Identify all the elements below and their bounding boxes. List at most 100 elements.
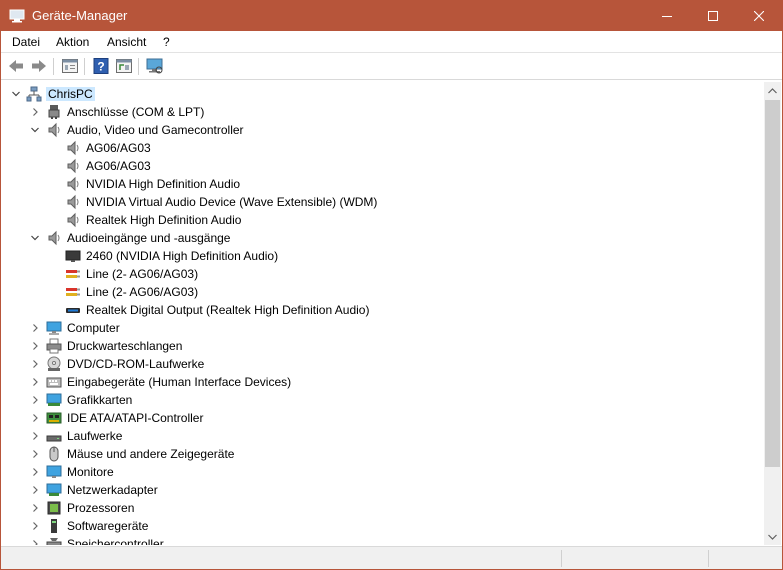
scan-hardware-button[interactable] bbox=[146, 57, 164, 75]
menu-aktion[interactable]: Aktion bbox=[56, 35, 89, 49]
toolbar: ? bbox=[1, 53, 782, 80]
tree-root-label: ChrisPC bbox=[46, 87, 95, 101]
tree-child-label: NVIDIA High Definition Audio bbox=[86, 177, 241, 191]
expand-chevron-icon[interactable] bbox=[29, 358, 41, 370]
tree-root-row[interactable]: ChrisPC bbox=[2, 85, 764, 103]
forward-arrow-icon bbox=[32, 60, 46, 72]
tree-item-ports[interactable]: Anschlüsse (COM & LPT) bbox=[2, 103, 764, 121]
tree-item-label: IDE ATA/ATAPI-Controller bbox=[67, 411, 204, 425]
expand-chevron-icon[interactable] bbox=[29, 430, 41, 442]
computer-icon bbox=[46, 320, 62, 336]
menu-help[interactable]: ? bbox=[163, 35, 170, 49]
expand-chevron-icon[interactable] bbox=[29, 322, 41, 334]
collapse-chevron-icon[interactable] bbox=[29, 232, 41, 244]
close-icon bbox=[754, 11, 764, 21]
tree-child-item[interactable]: NVIDIA Virtual Audio Device (Wave Extens… bbox=[2, 193, 764, 211]
vertical-scrollbar[interactable] bbox=[764, 82, 781, 545]
tree-item-label: Monitore bbox=[67, 465, 114, 479]
speaker-icon bbox=[65, 212, 81, 228]
tree-child-item[interactable]: 2460 (NVIDIA High Definition Audio) bbox=[2, 247, 764, 265]
tree-child-label: Realtek Digital Output (Realtek High Def… bbox=[86, 303, 370, 317]
help-button[interactable]: ? bbox=[92, 57, 110, 75]
back-arrow-icon bbox=[9, 60, 23, 72]
window-title: Geräte-Manager bbox=[32, 8, 128, 23]
expand-chevron-icon[interactable] bbox=[29, 538, 41, 545]
expand-chevron-icon[interactable] bbox=[29, 394, 41, 406]
tree-item-dvd[interactable]: DVD/CD-ROM-Laufwerke bbox=[2, 355, 764, 373]
tree-item-mice[interactable]: Mäuse und andere Zeigegeräte bbox=[2, 445, 764, 463]
tree-child-item[interactable]: Line (2- AG06/AG03) bbox=[2, 265, 764, 283]
tree-item-label: Softwaregeräte bbox=[67, 519, 149, 533]
scrollbar-thumb[interactable] bbox=[765, 100, 780, 467]
expand-chevron-icon[interactable] bbox=[29, 340, 41, 352]
tree-item-processors[interactable]: Prozessoren bbox=[2, 499, 764, 517]
port-icon bbox=[46, 104, 62, 120]
tree-child-label: Line (2- AG06/AG03) bbox=[86, 267, 199, 281]
tree-item-network[interactable]: Netzwerkadapter bbox=[2, 481, 764, 499]
tree-item-audio-video[interactable]: Audio, Video und Gamecontroller bbox=[2, 121, 764, 139]
expand-chevron-icon[interactable] bbox=[29, 376, 41, 388]
expand-chevron-icon[interactable] bbox=[29, 448, 41, 460]
tree-child-item[interactable]: NVIDIA High Definition Audio bbox=[2, 175, 764, 193]
help-icon: ? bbox=[93, 58, 109, 74]
monitor-icon bbox=[46, 464, 62, 480]
properties-button[interactable] bbox=[61, 57, 79, 75]
tree-item-audio-io[interactable]: Audioeingänge und -ausgänge bbox=[2, 229, 764, 247]
status-divider bbox=[561, 550, 562, 567]
tree-child-item[interactable]: Line (2- AG06/AG03) bbox=[2, 283, 764, 301]
back-button[interactable] bbox=[7, 57, 25, 75]
update-driver-button[interactable] bbox=[115, 57, 133, 75]
tree-item-label: Audioeingänge und -ausgänge bbox=[67, 231, 231, 245]
forward-button[interactable] bbox=[30, 57, 48, 75]
tree-child-label: AG06/AG03 bbox=[86, 159, 151, 173]
tree-item-monitors[interactable]: Monitore bbox=[2, 463, 764, 481]
tree-item-print-queues[interactable]: Druckwarteschlangen bbox=[2, 337, 764, 355]
maximize-button[interactable] bbox=[690, 1, 736, 31]
tree-child-label: 2460 (NVIDIA High Definition Audio) bbox=[86, 249, 279, 263]
scan-hardware-icon bbox=[146, 58, 163, 74]
speaker-icon bbox=[46, 122, 62, 138]
speaker-icon bbox=[46, 230, 62, 246]
ide-controller-icon bbox=[46, 410, 62, 426]
tree-item-display-adapters[interactable]: Grafikkarten bbox=[2, 391, 764, 409]
expand-chevron-icon[interactable] bbox=[29, 502, 41, 514]
tree-child-label: NVIDIA Virtual Audio Device (Wave Extens… bbox=[86, 195, 378, 209]
expand-chevron-icon[interactable] bbox=[29, 484, 41, 496]
processor-icon bbox=[46, 500, 62, 516]
expand-chevron-icon[interactable] bbox=[29, 412, 41, 424]
computer-network-icon bbox=[26, 86, 42, 102]
tree-item-computer[interactable]: Computer bbox=[2, 319, 764, 337]
tree-item-drives[interactable]: Laufwerke bbox=[2, 427, 764, 445]
minimize-button[interactable] bbox=[644, 1, 690, 31]
scroll-up-button[interactable] bbox=[764, 82, 781, 99]
title-bar: Geräte-Manager bbox=[1, 1, 782, 31]
collapse-chevron-icon[interactable] bbox=[10, 88, 22, 100]
expand-chevron-icon[interactable] bbox=[29, 520, 41, 532]
tree-item-label: Speichercontroller bbox=[67, 537, 164, 545]
maximize-icon bbox=[708, 11, 718, 21]
tree-item-label: Audio, Video und Gamecontroller bbox=[67, 123, 244, 137]
tree-item-storage-controllers[interactable]: Speichercontroller bbox=[2, 535, 764, 545]
scroll-up-arrow-icon bbox=[768, 87, 777, 93]
tree-child-item[interactable]: AG06/AG03 bbox=[2, 157, 764, 175]
menu-datei[interactable]: Datei bbox=[12, 35, 40, 49]
tree-item-label: Anschlüsse (COM & LPT) bbox=[67, 105, 205, 119]
svg-text:?: ? bbox=[97, 60, 104, 74]
device-manager-app-icon bbox=[9, 9, 25, 23]
expand-chevron-icon[interactable] bbox=[29, 106, 41, 118]
tree-item-hid[interactable]: Eingabegeräte (Human Interface Devices) bbox=[2, 373, 764, 391]
tree-child-item[interactable]: Realtek High Definition Audio bbox=[2, 211, 764, 229]
close-button[interactable] bbox=[736, 1, 782, 31]
tree-item-ide[interactable]: IDE ATA/ATAPI-Controller bbox=[2, 409, 764, 427]
tree-item-label: Prozessoren bbox=[67, 501, 135, 515]
scroll-down-button[interactable] bbox=[764, 528, 781, 545]
audio-cable-icon bbox=[65, 266, 81, 282]
tree-item-software-devices[interactable]: Softwaregeräte bbox=[2, 517, 764, 535]
tree-child-item[interactable]: Realtek Digital Output (Realtek High Def… bbox=[2, 301, 764, 319]
collapse-chevron-icon[interactable] bbox=[29, 124, 41, 136]
menu-ansicht[interactable]: Ansicht bbox=[107, 35, 146, 49]
tree-child-item[interactable]: AG06/AG03 bbox=[2, 139, 764, 157]
tree-item-label: Eingabegeräte (Human Interface Devices) bbox=[67, 375, 292, 389]
expand-chevron-icon[interactable] bbox=[29, 466, 41, 478]
tree-item-label: Grafikkarten bbox=[67, 393, 133, 407]
